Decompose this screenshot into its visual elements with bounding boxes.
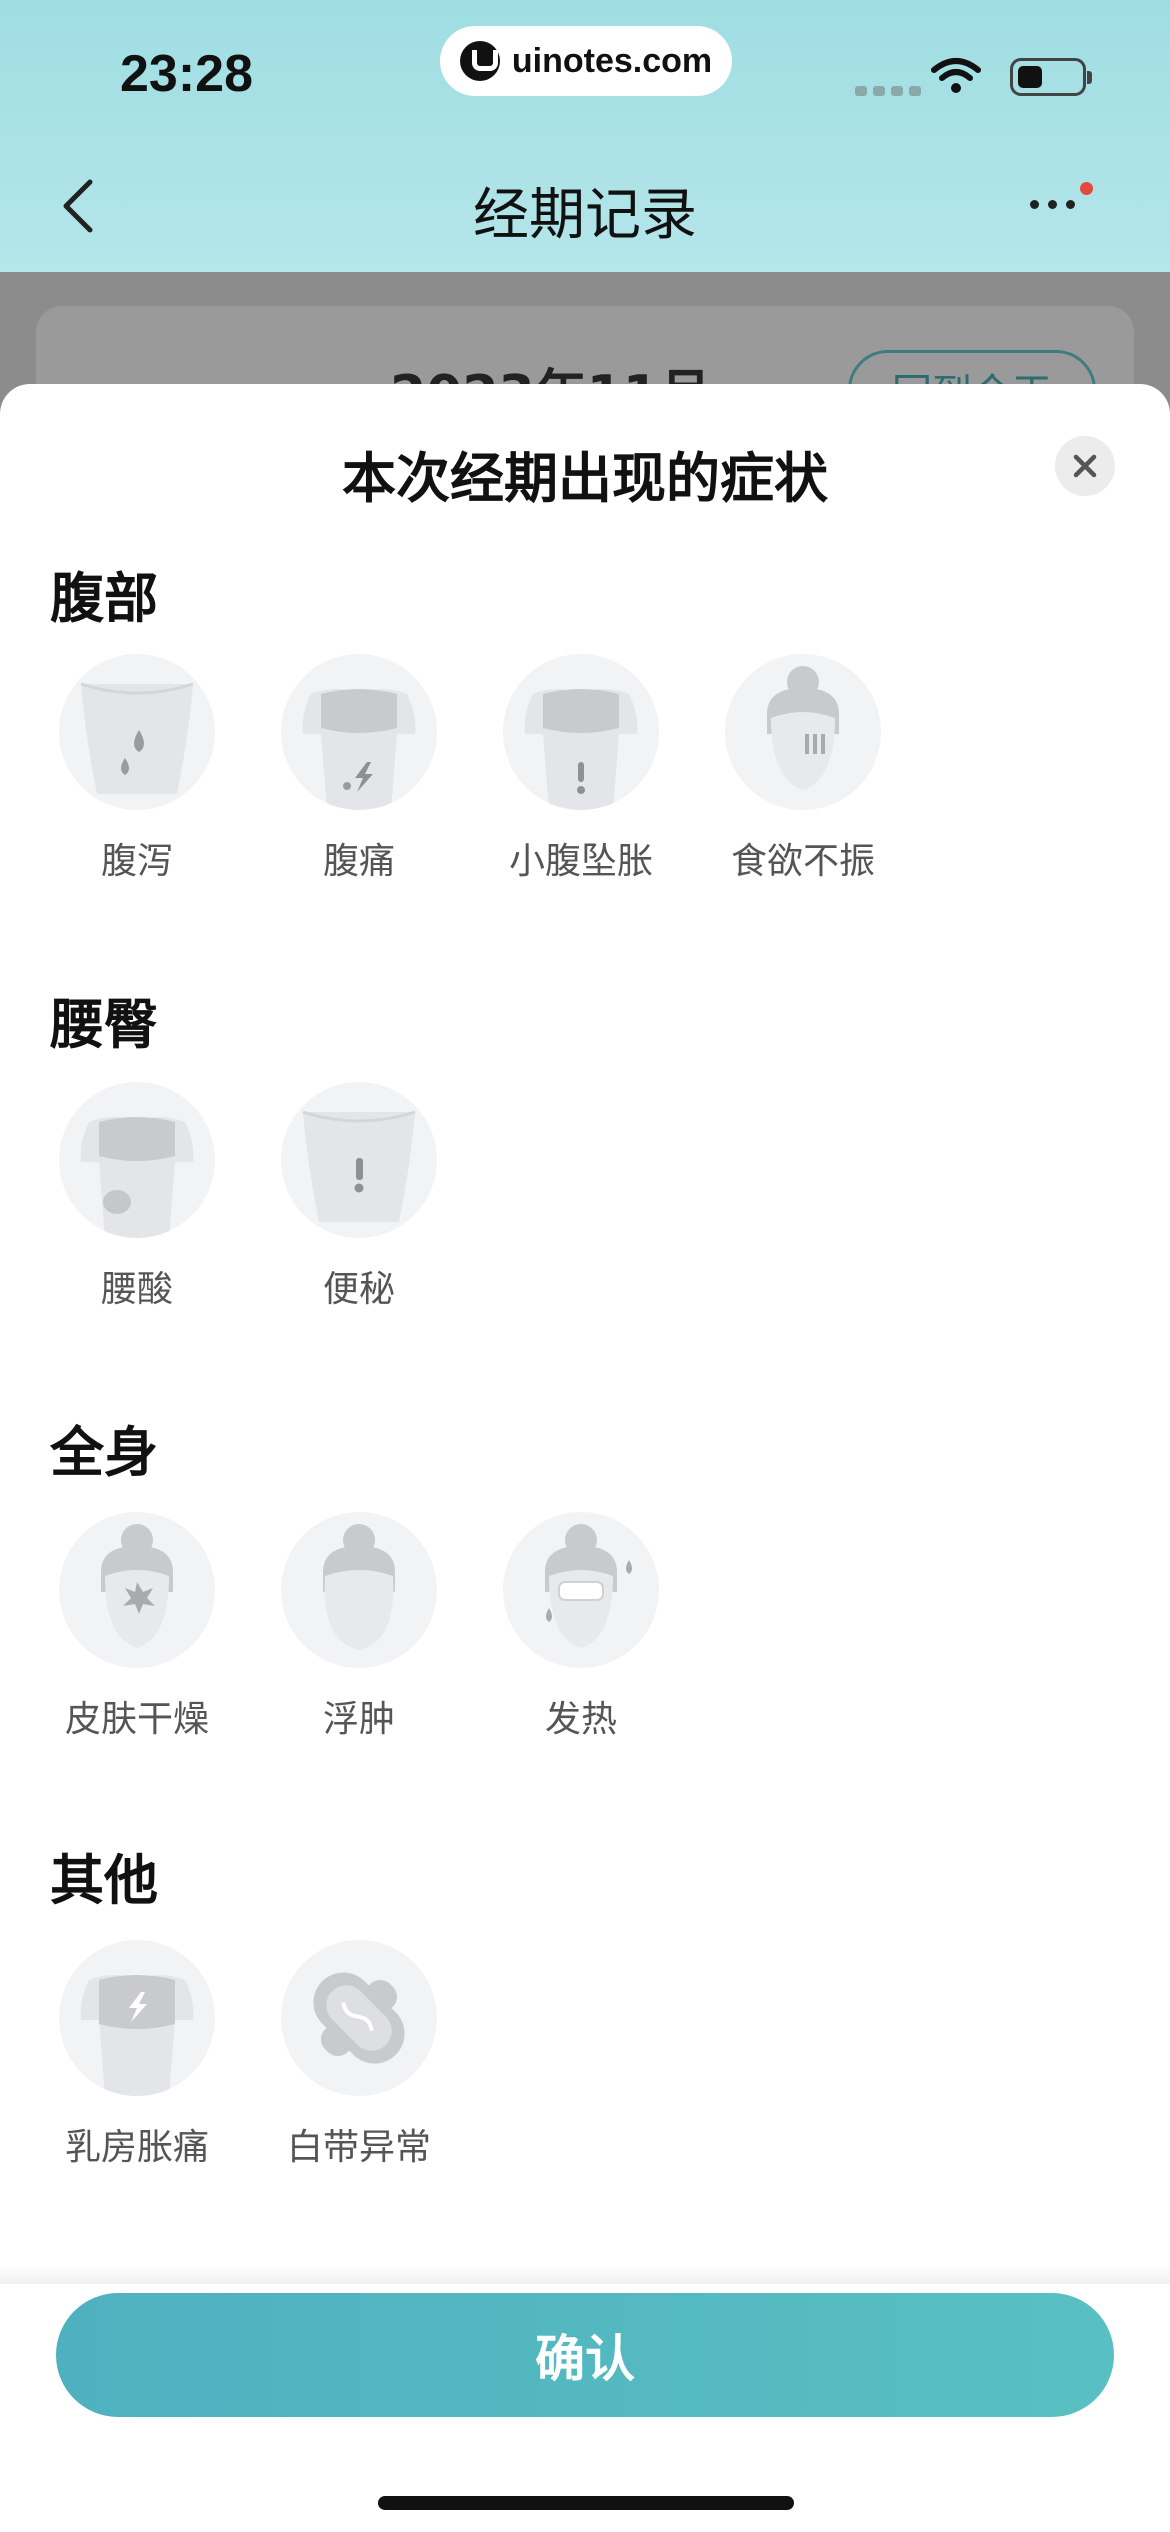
symptom-lower-abdomen-bloating[interactable]: 小腹坠胀 (481, 654, 681, 884)
header: 23:28 uinotes.com 经期记录 (0, 0, 1170, 272)
torso-lightning-icon (302, 689, 416, 810)
symptom-label: 发热 (544, 1699, 617, 1740)
face-stripes-icon (767, 666, 839, 790)
symptom-breast-pain[interactable]: 乳房胀痛 (37, 1940, 237, 2170)
status-time: 23:28 (120, 45, 253, 103)
symptom-dry-skin[interactable]: 皮肤干燥 (37, 1512, 237, 1742)
symptom-edema[interactable]: 浮肿 (259, 1512, 459, 1742)
symptom-label: 腹痛 (322, 841, 395, 882)
breast-lightning-icon (80, 1975, 194, 2096)
wifi-icon (931, 58, 981, 93)
home-indicator (378, 2496, 794, 2510)
symptom-label: 小腹坠胀 (508, 841, 653, 882)
url-pill[interactable]: uinotes.com (440, 26, 732, 96)
symptom-label: 便秘 (322, 1269, 395, 1310)
signal-icon (855, 86, 921, 96)
belly-exclaim-icon (302, 1110, 416, 1222)
close-icon (1073, 454, 1097, 478)
symptom-fever[interactable]: 发热 (481, 1512, 681, 1742)
nav-title: 经期记录 (473, 183, 697, 248)
face-icon (323, 1524, 395, 1650)
close-button[interactable] (1055, 436, 1115, 496)
torso-bruise-icon (80, 1117, 194, 1238)
symptom-label: 腰酸 (100, 1269, 173, 1310)
section-title-whole-body: 全身 (50, 1421, 158, 1484)
symptom-sheet: 本次经期出现的症状 腹部 腹泻 腹痛 小腹坠胀 食欲不振 腰臀 腰酸 便秘 全身… (0, 384, 1170, 2532)
sheet-title: 本次经期出现的症状 (342, 447, 828, 510)
symptom-label: 腹泻 (100, 841, 173, 882)
symptom-label: 皮肤干燥 (64, 1699, 209, 1740)
site-logo-icon (459, 41, 500, 81)
symptom-abnormal-discharge[interactable]: 白带异常 (259, 1940, 459, 2170)
symptom-abdominal-pain[interactable]: 腹痛 (259, 654, 459, 884)
symptom-label: 浮肿 (322, 1699, 395, 1740)
section-title-other: 其他 (50, 1849, 158, 1912)
face-fever-icon (545, 1524, 632, 1648)
pad-icon (313, 1972, 405, 2064)
section-title-waist: 腰臀 (50, 993, 158, 1056)
symptom-diarrhea[interactable]: 腹泻 (37, 654, 237, 884)
symptom-label: 食欲不振 (730, 841, 875, 882)
symptom-label: 白带异常 (286, 2127, 431, 2168)
notification-dot (1080, 182, 1093, 195)
footer-divider (0, 2264, 1170, 2284)
face-dry-icon (101, 1524, 173, 1648)
symptom-constipation[interactable]: 便秘 (259, 1082, 459, 1312)
battery-icon (1010, 58, 1092, 96)
more-icon[interactable] (1030, 200, 1075, 209)
belly-drop-icon (80, 682, 194, 794)
symptom-poor-appetite[interactable]: 食欲不振 (703, 654, 903, 884)
symptom-back-ache[interactable]: 腰酸 (37, 1082, 237, 1312)
url-text: uinotes.com (511, 41, 713, 80)
torso-exclaim-icon (524, 689, 638, 810)
symptom-label: 乳房胀痛 (64, 2127, 209, 2168)
confirm-button[interactable]: 确认 (56, 2293, 1114, 2417)
section-title-abdomen: 腹部 (50, 567, 158, 630)
